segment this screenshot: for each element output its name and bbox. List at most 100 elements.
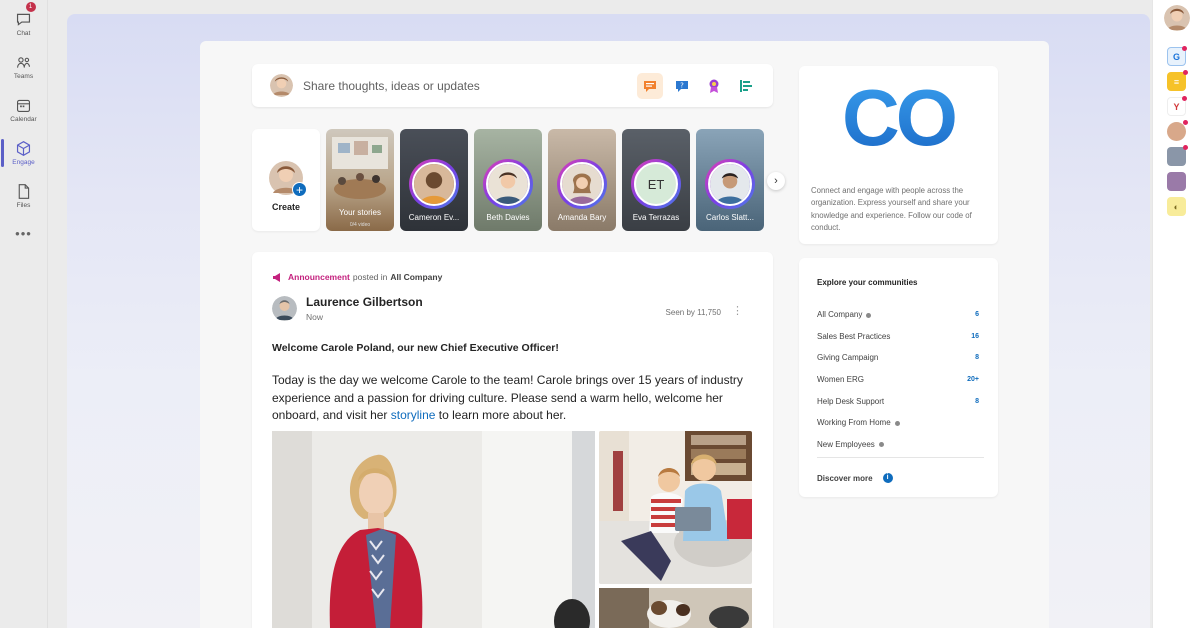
app-bot-icon[interactable]: ◐ <box>1167 197 1186 216</box>
story-card[interactable]: Amanda Bary <box>548 129 616 231</box>
more-options-icon[interactable]: ⋮ <box>732 304 743 317</box>
file-icon <box>18 183 30 199</box>
group-avatar-icon-2[interactable] <box>1167 172 1186 191</box>
community-count: 16 <box>971 332 979 340</box>
story-avatar-ring <box>705 159 755 209</box>
communities-card: Explore your communities All Company 6 S… <box>799 258 998 497</box>
create-label: Create <box>271 202 300 212</box>
stories-next-button[interactable]: › <box>767 172 785 190</box>
chat-icon <box>16 13 31 26</box>
author-name[interactable]: Laurence Gilbertson <box>306 295 423 309</box>
rail-item-label: Chat <box>16 29 31 37</box>
status-dot-icon <box>866 312 872 318</box>
share-input[interactable]: Share thoughts, ideas or updates <box>303 79 637 93</box>
app-rail: 1 Chat Teams Calendar Engage Files ••• <box>0 0 48 628</box>
notification-dot <box>1182 46 1187 51</box>
app-y-icon[interactable]: Y <box>1167 96 1187 116</box>
avatar <box>708 162 752 206</box>
communities-list: All Company 6 Sales Best Practices 16 Gi… <box>817 304 979 455</box>
rail-item-label: Calendar <box>10 115 37 123</box>
story-avatar-ring: ET <box>631 159 681 209</box>
status-dot-icon <box>894 420 900 426</box>
plus-icon: + <box>292 182 307 197</box>
info-icon: i <box>882 473 893 483</box>
story-avatar-ring <box>483 159 533 209</box>
avatar[interactable] <box>272 296 297 321</box>
community-item[interactable]: Women ERG 20+ <box>817 369 979 391</box>
community-count: 8 <box>975 354 979 362</box>
community-link[interactable]: All Company <box>390 272 442 282</box>
community-count: 20+ <box>967 376 979 384</box>
story-card[interactable]: Cameron Ev... <box>400 129 468 231</box>
poll-icon[interactable] <box>733 73 759 99</box>
community-name: Working From Home <box>817 418 891 428</box>
story-avatar-ring <box>557 159 607 209</box>
share-composer[interactable]: Share thoughts, ideas or updates ? <box>252 64 773 107</box>
discover-more-label: Discover more <box>817 473 873 483</box>
communities-heading: Explore your communities <box>817 278 918 287</box>
story-name: Eva Terrazas <box>632 213 680 222</box>
community-item[interactable]: Working From Home <box>817 412 979 434</box>
community-name: Sales Best Practices <box>817 331 891 341</box>
engage-icon <box>16 140 31 156</box>
app-notes-icon[interactable]: ≡ <box>1167 70 1188 91</box>
avatar-initials: ET <box>634 162 678 206</box>
network-description: Connect and engage with people across th… <box>811 186 972 232</box>
post-title: Welcome Carole Poland, our new Chief Exe… <box>272 342 559 354</box>
question-icon[interactable]: ? <box>669 73 695 99</box>
post-image-main[interactable] <box>272 431 595 628</box>
community-name: Women ERG <box>817 375 864 385</box>
community-name: New Employees <box>817 439 875 449</box>
notification-dot <box>1183 145 1188 150</box>
posted-in-text: posted in <box>352 272 388 282</box>
community-item[interactable]: All Company 6 <box>817 304 979 326</box>
community-item[interactable]: Sales Best Practices 16 <box>817 326 979 348</box>
story-card[interactable]: Beth Davies <box>474 129 542 231</box>
group-avatar-icon[interactable] <box>1167 145 1188 166</box>
story-card[interactable]: ET Eva Terrazas <box>622 129 690 231</box>
user-avatar <box>270 74 293 97</box>
post-context: Announcement posted in All Company <box>272 272 442 282</box>
notification-dot <box>1182 96 1187 101</box>
user-avatar: + <box>269 161 307 197</box>
more-apps-button[interactable]: ••• <box>1 221 47 245</box>
avatar <box>560 162 604 206</box>
logo-text: CO <box>842 84 955 156</box>
storyline-link[interactable]: storyline <box>391 408 436 422</box>
profile-avatar[interactable] <box>1163 5 1190 31</box>
app-g-icon[interactable]: G <box>1167 46 1187 66</box>
community-item[interactable]: New Employees <box>817 434 979 456</box>
rail-item-files[interactable]: Files <box>1 174 47 217</box>
rail-item-calendar[interactable]: Calendar <box>1 88 47 131</box>
post-body-text-end: to learn more about her. <box>435 408 567 422</box>
rail-item-teams[interactable]: Teams <box>1 45 47 88</box>
community-name: Help Desk Support <box>817 396 885 406</box>
rail-item-engage[interactable]: Engage <box>0 131 47 174</box>
story-card[interactable]: Carlos Slatt... <box>696 129 764 231</box>
rail-item-label: Files <box>16 201 31 209</box>
status-dot-icon <box>878 442 884 448</box>
post-body: Today is the day we welcome Carole to th… <box>272 372 762 425</box>
story-card-your-stories[interactable]: Your stories 0/4 video <box>326 129 394 231</box>
divider <box>817 457 984 458</box>
community-item[interactable]: Help Desk Support 8 <box>817 390 979 412</box>
community-count: 6 <box>975 311 979 319</box>
announcement-label: Announcement <box>288 272 350 282</box>
community-item[interactable]: Giving Campaign 8 <box>817 347 979 369</box>
praise-icon[interactable] <box>701 73 727 99</box>
post-author: Laurence Gilbertson Now <box>272 295 423 322</box>
network-info-card: CO Connect and engage with people across… <box>799 66 998 244</box>
create-story-button[interactable]: + Create <box>252 129 320 231</box>
rail-item-chat[interactable]: 1 Chat <box>1 2 47 45</box>
calendar-icon <box>16 99 31 112</box>
discover-more-link[interactable]: Discover more i <box>817 473 893 483</box>
story-subtitle: 0/4 video <box>349 222 371 228</box>
teams-icon <box>16 56 31 68</box>
avatar <box>486 162 530 206</box>
post-image-dog[interactable] <box>599 588 752 628</box>
svg-text:?: ? <box>680 81 684 89</box>
discussion-icon[interactable] <box>637 72 663 99</box>
seen-count[interactable]: Seen by 11,750 <box>666 308 721 317</box>
post-image-family[interactable] <box>599 431 752 584</box>
contact-avatar-icon[interactable] <box>1167 120 1188 141</box>
